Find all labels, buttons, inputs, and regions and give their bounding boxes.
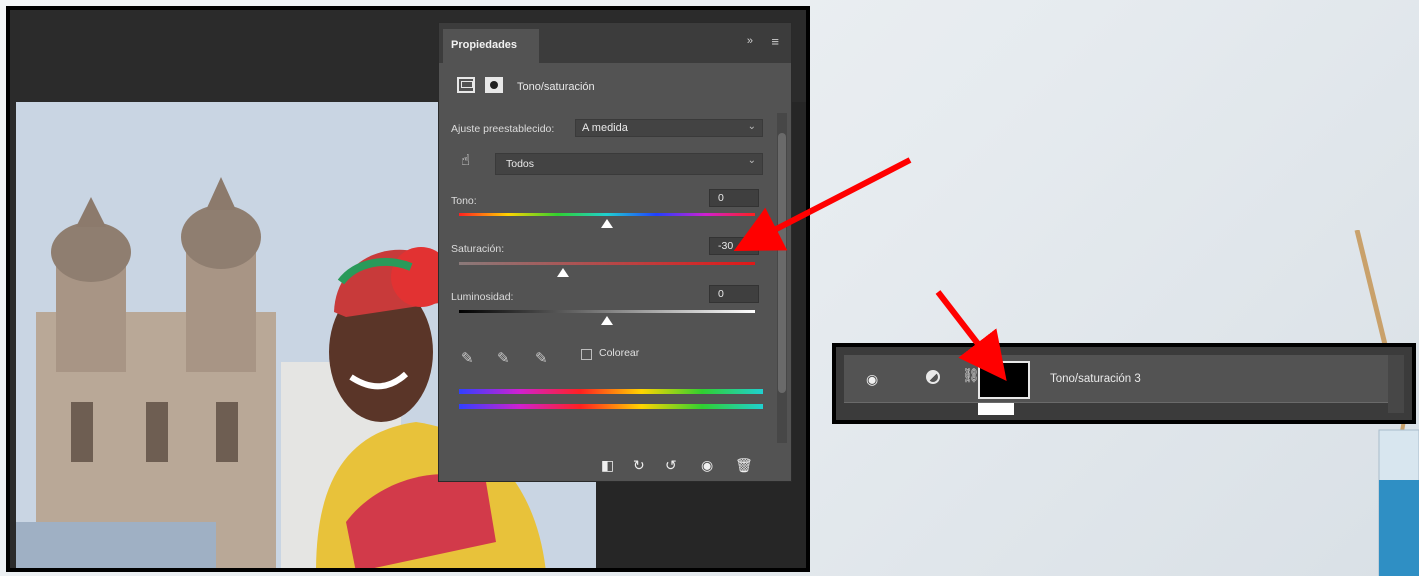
chevron-down-icon: ⌄ [747, 155, 756, 166]
lightness-label: Luminosidad: [451, 291, 514, 303]
adjustment-settings-icon[interactable] [457, 77, 475, 93]
photoshop-screenshot-left: Propiedades » ≡ Tono/saturación Ajuste p… [6, 6, 810, 572]
hue-label: Tono: [451, 195, 477, 207]
eyedropper-icon[interactable]: ✎ [461, 349, 474, 367]
eyedropper-plus-icon[interactable]: ✎ [497, 349, 510, 367]
properties-scrollbar[interactable] [777, 113, 787, 443]
scrollbar-thumb[interactable] [778, 133, 786, 393]
preset-label: Ajuste preestablecido: [451, 123, 555, 135]
layer-mask-thumbnail[interactable] [978, 361, 1030, 399]
tab-properties[interactable]: Propiedades [443, 29, 539, 63]
lightness-value-input[interactable]: 0 [709, 285, 759, 303]
saturation-label: Saturación: [451, 243, 505, 255]
preset-select[interactable]: A medida ⌄ [575, 119, 763, 137]
channel-select[interactable]: Todos ⌄ [495, 153, 763, 175]
layers-scrollbar[interactable] [1388, 355, 1404, 413]
channel-select-value: Todos [506, 158, 535, 170]
next-layer-thumbnail [978, 403, 1014, 415]
colorize-checkbox[interactable] [581, 349, 592, 360]
panel-menu-icon[interactable]: ≡ [771, 34, 779, 49]
preset-select-value: A medida [582, 122, 628, 134]
hue-value-input[interactable]: 0 [709, 189, 759, 207]
properties-panel: Propiedades » ≡ Tono/saturación Ajuste p… [438, 22, 792, 482]
colorize-label: Colorear [599, 347, 640, 359]
output-color-spectrum[interactable] [459, 404, 763, 409]
saturation-slider-thumb[interactable] [557, 268, 569, 277]
layer-row[interactable]: ◉ ⛓ Tono/saturación 3 [844, 355, 1388, 403]
layer-name[interactable]: Tono/saturación 3 [1050, 373, 1141, 385]
adjustment-layer-icon [926, 370, 940, 384]
hue-slider-track[interactable] [459, 213, 755, 216]
delete-icon[interactable]: 🗑 [735, 457, 753, 474]
visibility-icon[interactable]: ◉ [701, 457, 713, 474]
adjustment-title: Tono/saturación [517, 81, 595, 93]
lightness-slider-thumb[interactable] [601, 316, 613, 325]
clip-to-layer-icon[interactable]: ◧ [601, 457, 614, 474]
eye-icon[interactable]: ◉ [866, 371, 878, 388]
targeted-adjustment-hand-icon[interactable]: ☝ [461, 151, 470, 169]
view-previous-icon[interactable]: ↻ [633, 457, 645, 474]
hue-slider-thumb[interactable] [601, 219, 613, 228]
lightness-slider-track[interactable] [459, 310, 755, 313]
collapse-panel-icon[interactable]: » [747, 35, 753, 47]
eyedropper-minus-icon[interactable]: ✎ [535, 349, 548, 367]
input-color-spectrum [459, 389, 763, 394]
panel-tab-bar: Propiedades » ≡ [439, 23, 791, 63]
chevron-down-icon: ⌄ [747, 121, 756, 132]
reset-icon[interactable]: ↺ [665, 457, 677, 474]
saturation-value-input[interactable]: -30 [709, 237, 759, 255]
mask-settings-icon[interactable] [485, 77, 503, 93]
saturation-slider-track[interactable] [459, 262, 755, 265]
layers-panel-excerpt: ◉ ⛓ Tono/saturación 3 [832, 343, 1416, 424]
